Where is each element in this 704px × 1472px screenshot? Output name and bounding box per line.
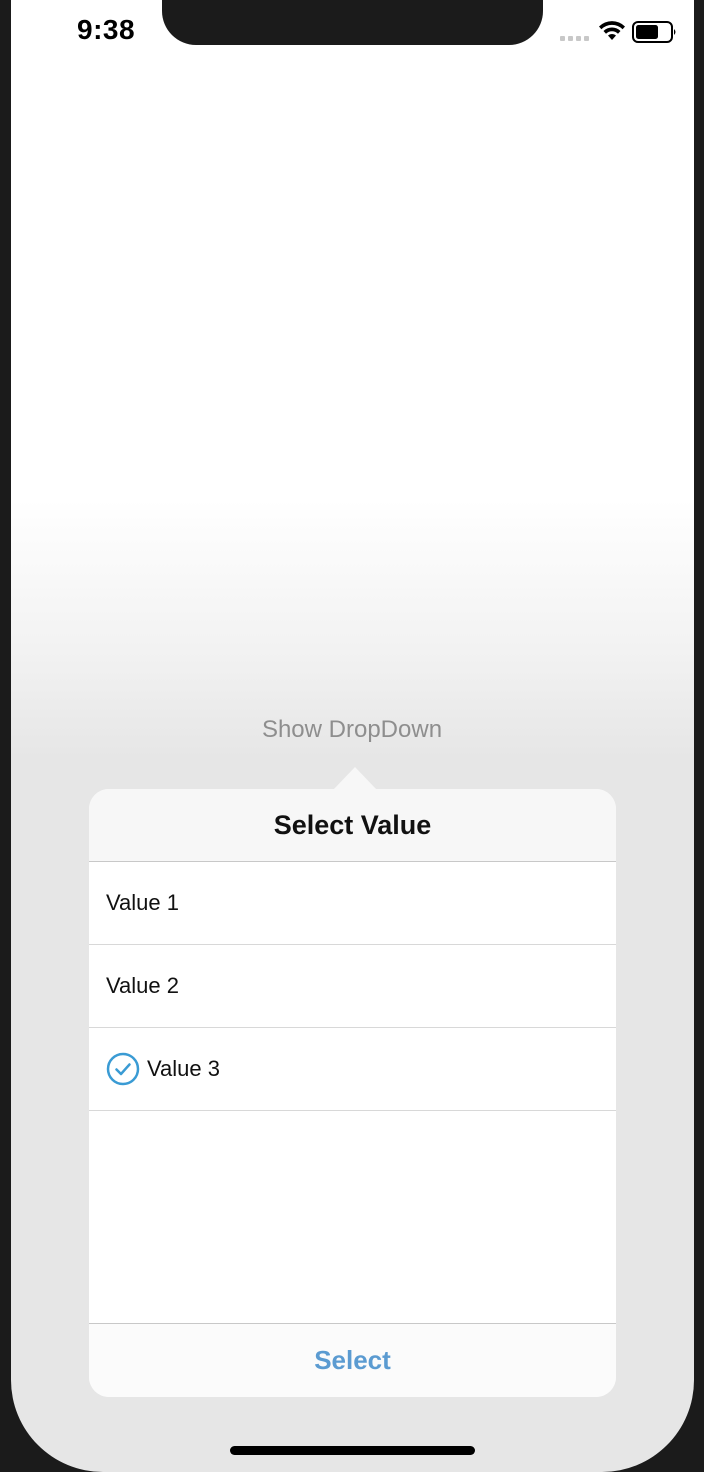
option-value-3[interactable]: Value 3 [89, 1028, 616, 1111]
show-dropdown-button[interactable]: Show DropDown [11, 716, 694, 744]
option-list: Value 1 Value 2 Value 3 [89, 862, 616, 1324]
option-value-2[interactable]: Value 2 [89, 945, 616, 1028]
popover-arrow [333, 767, 377, 790]
cellular-signal-icon [560, 36, 589, 41]
option-label: Value 3 [147, 1056, 220, 1081]
option-label: Value 2 [106, 973, 179, 998]
popover-title: Select Value [273, 809, 432, 840]
battery-icon [632, 21, 676, 43]
home-indicator[interactable] [230, 1446, 475, 1455]
select-value-popover: Select Value Value 1 Value 2 Value 3 Sel… [89, 789, 616, 1397]
popover-footer: Select [89, 1324, 616, 1397]
checkmark-circle-icon [106, 1052, 140, 1086]
device-notch [162, 0, 543, 45]
status-time: 9:38 [77, 14, 136, 45]
option-label: Value 1 [106, 890, 179, 915]
popover-header: Select Value [89, 789, 616, 862]
wifi-icon [599, 21, 625, 40]
option-value-1[interactable]: Value 1 [89, 862, 616, 945]
select-button[interactable]: Select [308, 1344, 397, 1377]
